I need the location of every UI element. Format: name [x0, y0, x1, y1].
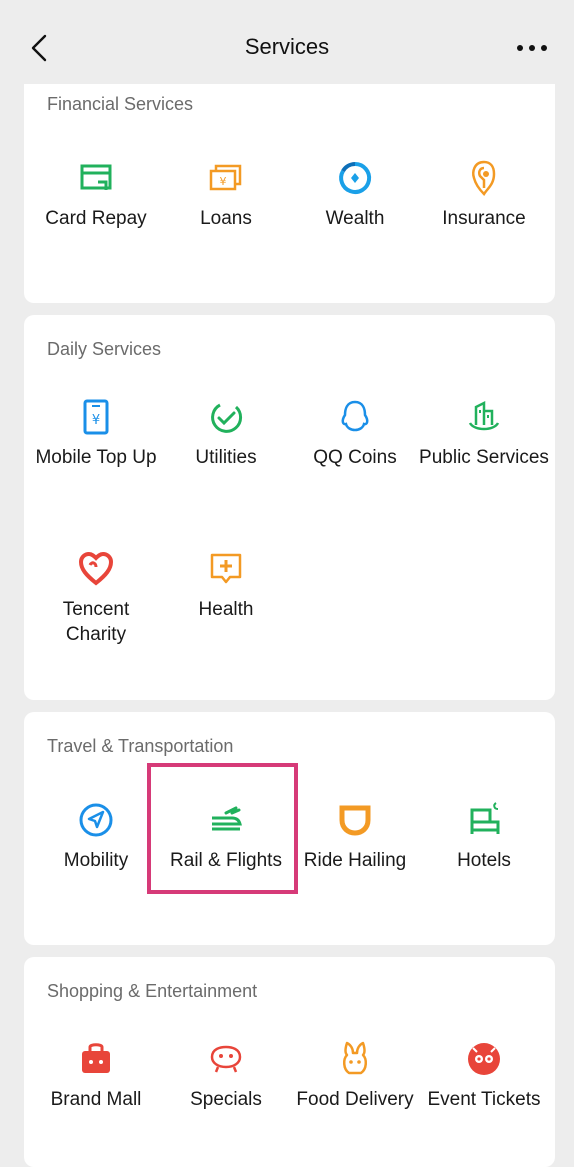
rail-flights-icon — [212, 806, 242, 831]
section-title: Financial Services — [47, 94, 194, 114]
service-label: Public Services — [419, 447, 549, 468]
service-food-delivery[interactable]: Food Delivery — [290, 1039, 420, 1112]
service-label: Event Tickets — [427, 1089, 541, 1110]
service-label: Tencent Charity — [62, 599, 130, 645]
service-utilities[interactable]: Utilities — [161, 397, 291, 470]
service-event-tickets[interactable]: Event Tickets — [419, 1039, 549, 1112]
mobile-topup-icon: ¥ — [83, 399, 109, 435]
service-label: Brand Mall — [50, 1089, 142, 1110]
section-financial-services: Financial Services Card Repay ¥ Loans We… — [24, 84, 555, 303]
section-daily-services: Daily Services ¥ Mobile Top Up Utilities… — [24, 315, 555, 700]
insurance-icon — [472, 160, 496, 196]
more-dots-icon — [517, 45, 547, 51]
card-repay-icon — [80, 164, 112, 190]
service-label: Wealth — [325, 208, 385, 229]
section-travel-transportation: Travel & Transportation Mobility Rail & … — [24, 712, 555, 945]
service-label: Loans — [200, 208, 252, 229]
service-mobility[interactable]: Mobility — [31, 800, 161, 873]
service-label: Rail & Flights — [170, 850, 282, 871]
service-insurance[interactable]: Insurance — [419, 158, 549, 231]
svg-text:¥: ¥ — [92, 413, 100, 428]
service-label: Card Repay — [45, 208, 147, 229]
service-public-services[interactable]: Public Services — [419, 397, 549, 470]
service-tencent-charity[interactable]: Tencent Charity — [31, 549, 161, 647]
service-ride-hailing[interactable]: Ride Hailing — [290, 800, 420, 873]
service-label: Health — [198, 599, 254, 620]
service-loans[interactable]: ¥ Loans — [161, 158, 291, 231]
service-rail-flights[interactable]: Rail & Flights — [161, 800, 291, 873]
more-button[interactable] — [510, 28, 554, 68]
service-specials[interactable]: Specials — [161, 1039, 291, 1112]
service-label: Hotels — [457, 850, 511, 871]
section-shopping-entertainment: Shopping & Entertainment Brand Mall Spec… — [24, 957, 555, 1167]
service-label: Mobile Top Up — [35, 447, 157, 468]
service-label: Ride Hailing — [303, 850, 407, 871]
service-wealth[interactable]: Wealth — [290, 158, 420, 231]
hotels-icon — [470, 802, 500, 834]
loans-icon: ¥ — [209, 164, 242, 191]
page-title: Services — [244, 34, 330, 59]
brand-mall-icon — [82, 1043, 110, 1073]
charity-icon — [78, 551, 114, 586]
utilities-icon — [211, 403, 243, 433]
ride-hailing-icon — [339, 805, 371, 836]
service-hotels[interactable]: Hotels — [419, 800, 549, 873]
service-qq-coins[interactable]: QQ Coins — [290, 397, 420, 470]
section-title: Travel & Transportation — [47, 736, 234, 756]
service-label: QQ Coins — [313, 447, 397, 468]
service-label: Food Delivery — [296, 1089, 414, 1110]
specials-icon — [210, 1045, 242, 1073]
service-label: Utilities — [195, 447, 257, 468]
service-health[interactable]: Health — [161, 549, 291, 622]
service-brand-mall[interactable]: Brand Mall — [31, 1039, 161, 1112]
section-title: Daily Services — [47, 339, 162, 359]
section-title: Shopping & Entertainment — [47, 981, 258, 1001]
health-icon — [210, 553, 242, 584]
service-card-repay[interactable]: Card Repay — [31, 158, 161, 231]
event-tickets-icon — [468, 1043, 500, 1075]
svg-text:¥: ¥ — [220, 175, 227, 188]
service-label: Mobility — [63, 850, 129, 871]
service-label: Insurance — [442, 208, 526, 229]
food-delivery-icon — [343, 1041, 367, 1075]
qq-coins-icon — [341, 400, 369, 432]
service-label: Specials — [190, 1089, 262, 1110]
service-mobile-top-up[interactable]: ¥ Mobile Top Up — [31, 397, 161, 470]
public-services-icon — [468, 400, 500, 431]
top-bar: Services — [0, 0, 574, 84]
wealth-icon — [339, 161, 372, 194]
mobility-icon — [79, 803, 113, 837]
